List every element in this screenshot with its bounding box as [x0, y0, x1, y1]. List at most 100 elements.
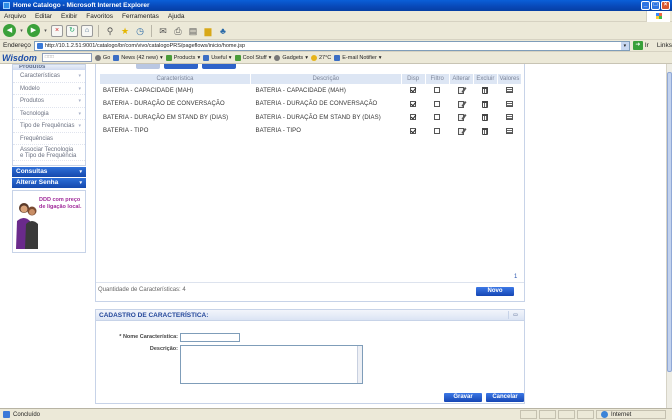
wisdom-products[interactable]: Products ▾ [165, 54, 200, 61]
sidebar-section-label: Consultas [16, 168, 48, 175]
menu-ferramentas[interactable]: Ferramentas [122, 13, 159, 20]
menu-editar[interactable]: Editar [35, 13, 52, 20]
minimize-button[interactable]: _ [641, 1, 650, 10]
wisdom-news[interactable]: News (42 new) ▾ [113, 54, 163, 61]
sidebar-item-tecnologia[interactable]: Tecnologia ▾ [13, 108, 85, 120]
values-list-icon[interactable] [505, 114, 513, 121]
menu-favoritos[interactable]: Favoritos [86, 13, 113, 20]
forward-dropdown-icon[interactable]: ▾ [43, 25, 48, 37]
messenger-icon[interactable]: ♣ [217, 25, 229, 37]
menu-exibir[interactable]: Exibir [61, 13, 77, 20]
edit-page-icon[interactable]: ▤ [187, 25, 199, 37]
gravar-button[interactable]: Gravar [444, 393, 482, 402]
trash-icon[interactable] [482, 114, 489, 122]
novo-button[interactable]: Novo [476, 287, 514, 296]
search-icon[interactable]: ⚲ [104, 25, 116, 37]
history-icon[interactable]: ◷ [134, 25, 146, 37]
cancelar-button[interactable]: Cancelar [486, 393, 524, 402]
page-content: Produtos Características ▾ Modelo ▾ Produt… [0, 64, 666, 408]
back-dropdown-icon[interactable]: ▾ [19, 25, 24, 37]
sidebar-section-consultas[interactable]: Consultas ▾ [12, 167, 86, 177]
characteristics-panel: Característica Descrição Disp Filtro Alt… [95, 64, 525, 302]
chevron-down-icon: ▾ [78, 73, 81, 79]
name-label-text: * Nome Característica: [119, 334, 178, 340]
page-number[interactable]: 1 [514, 274, 517, 280]
products-icon [165, 54, 172, 61]
wisdom-weather[interactable]: 27°C [310, 54, 332, 61]
address-label: Endereço [3, 42, 31, 49]
edit-icon[interactable] [458, 127, 465, 135]
sidebar-item-label: Tipo de Frequências [20, 123, 75, 129]
col-header-filtro: Filtro [425, 74, 450, 84]
col-header-descricao[interactable]: Descrição [250, 74, 402, 84]
page-scrollbar[interactable] [666, 64, 672, 408]
filtro-checkbox[interactable] [434, 100, 441, 107]
wisdom-cool-stuff[interactable]: Cool Stuff ▾ [234, 54, 271, 61]
sidebar-item-tipo-frequencias[interactable]: Tipo de Frequências ▾ [13, 120, 85, 133]
values-list-icon[interactable] [505, 87, 513, 94]
wisdom-search-input[interactable]: □□□ [41, 53, 92, 62]
sidebar-item-label: e Tipo de Frequência [20, 153, 77, 159]
go-button[interactable]: ➜ Ir [632, 41, 649, 50]
wisdom-weather-label: 27°C [318, 54, 332, 61]
sidebar-item-modelo[interactable]: Modelo ▾ [13, 83, 85, 95]
wisdom-gadgets[interactable]: Gadgets ▾ [274, 54, 308, 61]
sidebar-section-alterar-senha[interactable]: Alterar Senha ▾ [12, 178, 86, 188]
disp-checkbox[interactable] [410, 87, 417, 94]
collapse-icon[interactable]: ▭ [508, 311, 522, 319]
description-textarea[interactable] [180, 345, 363, 384]
favorites-star-icon[interactable]: ★ [119, 25, 131, 37]
table-row: BATERIA - CAPACIDADE (MAH) BATERIA - CAPA… [100, 84, 522, 98]
panel-divider [96, 282, 524, 283]
chevron-down-icon: ▾ [78, 85, 81, 92]
toolbar-divider [151, 24, 152, 37]
values-list-icon[interactable] [505, 100, 513, 107]
edit-icon[interactable] [458, 100, 465, 108]
col-header-caracteristica[interactable]: Característica [100, 74, 252, 84]
sidebar-item-frequencias[interactable]: Frequências [13, 133, 85, 145]
address-input[interactable]: http://10.1.2.51:9001/catalogo/br/com/vi… [33, 40, 630, 51]
close-button[interactable]: × [661, 1, 670, 10]
sidebar-item-produtos[interactable]: Produtos ▾ [13, 95, 85, 108]
chevron-down-icon: ▾ [78, 98, 81, 104]
filtro-checkbox[interactable] [434, 87, 441, 94]
forward-arrow-icon[interactable]: ▶ [27, 24, 40, 37]
maximize-button[interactable]: □ [651, 1, 660, 10]
panel-tab[interactable] [202, 64, 236, 69]
trash-icon[interactable] [482, 87, 489, 95]
links-label[interactable]: Links [657, 42, 672, 49]
filtro-checkbox[interactable] [434, 127, 441, 134]
refresh-icon[interactable]: ↻ [66, 24, 78, 37]
sidebar-item-caracteristicas[interactable]: Características ▾ [13, 70, 85, 83]
mail-icon[interactable]: ✉ [157, 25, 169, 37]
promo-banner[interactable]: DDD com preço de ligação local. [12, 190, 86, 253]
name-input[interactable] [180, 333, 240, 342]
address-dropdown-icon[interactable]: ▾ [620, 41, 629, 50]
globe-icon [601, 411, 608, 418]
trash-icon[interactable] [482, 127, 489, 135]
stop-icon[interactable]: × [51, 24, 63, 37]
print-icon[interactable]: ⎙ [172, 25, 184, 37]
table-header-row: Característica Descrição Disp Filtro Alt… [100, 74, 523, 84]
panel-tab[interactable] [136, 64, 160, 69]
values-list-icon[interactable] [505, 127, 513, 134]
panel-tab[interactable] [164, 64, 198, 69]
edit-icon[interactable] [458, 87, 465, 95]
menu-arquivo[interactable]: Arquivo [4, 13, 26, 20]
menu-ajuda[interactable]: Ajuda [168, 13, 185, 20]
trash-icon[interactable] [482, 100, 489, 108]
wisdom-email-notifier[interactable]: E-mail Notifier ▾ [334, 54, 382, 61]
home-icon[interactable]: ⌂ [81, 24, 93, 37]
filtro-checkbox[interactable] [434, 114, 441, 121]
sidebar-item-associar-tecnologia[interactable]: Associar Tecnologia e Tipo de Frequência [13, 145, 85, 161]
folder-icon[interactable]: ▆ [202, 25, 214, 37]
disp-checkbox[interactable] [410, 127, 417, 134]
back-arrow-icon[interactable]: ◀ [3, 24, 16, 37]
wisdom-useful[interactable]: Useful ▾ [203, 54, 232, 61]
disp-checkbox[interactable] [410, 100, 417, 107]
scrollbar-thumb[interactable] [667, 72, 672, 372]
textarea-scrollbar[interactable] [357, 346, 362, 383]
disp-checkbox[interactable] [410, 114, 417, 121]
edit-icon[interactable] [458, 114, 465, 122]
wisdom-go-button[interactable]: Go [94, 54, 110, 61]
